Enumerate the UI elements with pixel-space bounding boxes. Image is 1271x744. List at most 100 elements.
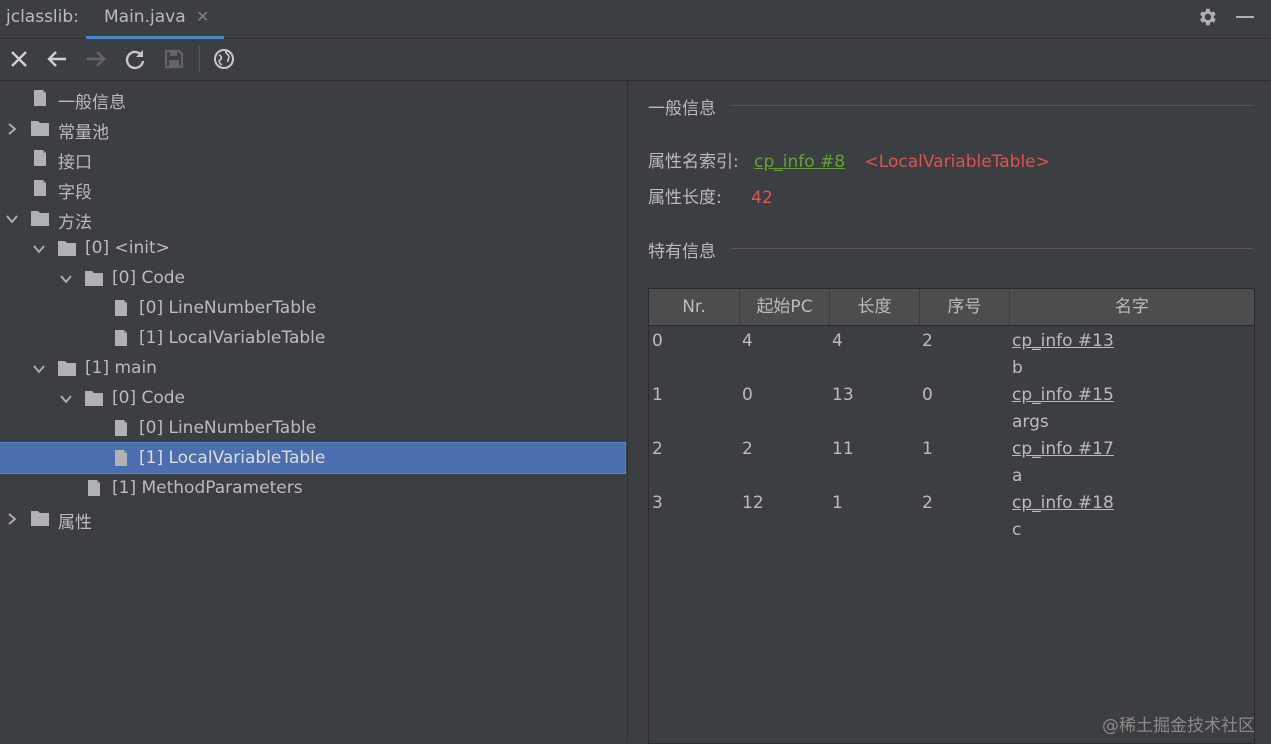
file-icon	[30, 179, 50, 197]
file-icon	[30, 89, 50, 107]
table-row[interactable]: 0 4 4 2 cp_info #13 b	[649, 331, 1254, 385]
tree-item-label: [1] MethodParameters	[112, 478, 303, 498]
column-header-nr[interactable]: Nr.	[649, 289, 740, 325]
tab-close-icon[interactable]: ✕	[196, 7, 209, 26]
tree-leaf-node[interactable]: [0] LineNumberTable	[0, 413, 625, 443]
column-header-name[interactable]: 名字	[1010, 289, 1254, 325]
cell-nr: 1	[652, 385, 663, 405]
detail-pane: 一般信息 属性名索引: cp_info #8 <LocalVariableTab…	[628, 81, 1271, 744]
specific-info-title: 特有信息	[648, 242, 716, 262]
tree-item-label: [1] LocalVariableTable	[139, 448, 326, 468]
back-icon[interactable]	[45, 47, 69, 71]
globe-icon[interactable]	[212, 47, 236, 71]
file-icon	[30, 149, 50, 167]
file-icon	[111, 449, 131, 467]
tab-bar: jclasslib: Main.java ✕	[0, 0, 1271, 39]
chevron-down-icon[interactable]	[32, 241, 46, 255]
tree-item-label: [1] main	[85, 358, 157, 378]
cell-name-link[interactable]: cp_info #13	[1012, 331, 1114, 351]
cell-length: 1	[832, 493, 843, 513]
tree-item-label: [1] LocalVariableTable	[139, 328, 326, 348]
gear-icon[interactable]	[1196, 6, 1218, 28]
tree-folder-node[interactable]: 属性	[0, 503, 625, 533]
tree-folder-node[interactable]: [0] Code	[0, 263, 625, 293]
toolbar-separator	[199, 46, 200, 72]
cell-index: 2	[922, 493, 933, 513]
cell-nr: 3	[652, 493, 663, 513]
structure-tree: 一般信息常量池 接口字段方法 [0] <init> [0] Code [0] LineN…	[0, 81, 627, 742]
tree-leaf-node[interactable]: [1] LocalVariableTable	[0, 323, 625, 353]
minimize-icon[interactable]	[1236, 16, 1254, 18]
attribute-length-label: 属性长度:	[648, 188, 722, 208]
attribute-name-index-label: 属性名索引:	[648, 152, 739, 172]
folder-icon	[30, 509, 50, 527]
cell-name: args	[1012, 412, 1049, 432]
tree-item-label: 字段	[58, 183, 92, 203]
local-variable-table: Nr. 起始PC 长度 序号 名字 0 4 4 2 cp_info #13 b 1 0 13 0 c…	[648, 288, 1255, 744]
tree-leaf-node[interactable]: [1] LocalVariableTable	[0, 442, 626, 474]
folder-icon	[30, 209, 50, 227]
forward-icon[interactable]	[84, 47, 108, 71]
table-row[interactable]: 2 2 11 1 cp_info #17 a	[649, 439, 1254, 493]
cell-name: b	[1012, 358, 1023, 378]
tree-item-label: [0] Code	[112, 388, 186, 408]
tree-folder-node[interactable]: [0] Code	[0, 383, 625, 413]
chevron-right-icon[interactable]	[5, 121, 19, 135]
column-header-start-pc[interactable]: 起始PC	[740, 289, 830, 325]
chevron-down-icon[interactable]	[59, 391, 73, 405]
column-header-length[interactable]: 长度	[830, 289, 920, 325]
cell-name-link[interactable]: cp_info #15	[1012, 385, 1114, 405]
cell-name-link[interactable]: cp_info #18	[1012, 493, 1114, 513]
folder-icon	[30, 119, 50, 137]
tree-leaf-node[interactable]: 字段	[0, 173, 625, 203]
tree-folder-node[interactable]: 方法	[0, 203, 625, 233]
column-header-index[interactable]: 序号	[920, 289, 1010, 325]
save-icon[interactable]	[162, 47, 186, 71]
tree-leaf-node[interactable]: 一般信息	[0, 83, 625, 113]
tree-folder-node[interactable]: [1] main	[0, 353, 625, 383]
tree-leaf-node[interactable]: 接口	[0, 143, 625, 173]
cell-start-pc: 12	[742, 493, 764, 513]
attribute-name-index-link[interactable]: cp_info #8	[754, 152, 845, 172]
chevron-right-icon[interactable]	[5, 511, 19, 525]
cell-length: 4	[832, 331, 843, 351]
toolbar	[0, 39, 1271, 81]
cell-start-pc: 0	[742, 385, 753, 405]
attribute-name-index-row: 属性名索引: cp_info #8 <LocalVariableTable>	[648, 147, 1050, 172]
folder-icon	[57, 239, 77, 257]
attribute-length-row: 属性长度: 42	[648, 183, 773, 208]
tree-item-label: [0] LineNumberTable	[139, 418, 317, 438]
close-icon[interactable]	[7, 47, 31, 71]
cell-length: 11	[832, 439, 854, 459]
cell-length: 13	[832, 385, 854, 405]
watermark: @稀土掘金技术社区	[1102, 716, 1255, 736]
cell-name-link[interactable]: cp_info #17	[1012, 439, 1114, 459]
tree-item-label: 常量池	[58, 123, 109, 143]
table-row[interactable]: 3 12 1 2 cp_info #18 c	[649, 493, 1254, 547]
tree-folder-node[interactable]: 常量池	[0, 113, 625, 143]
general-info-rule	[731, 105, 1253, 106]
file-icon	[84, 479, 104, 497]
tree-leaf-node[interactable]: [0] LineNumberTable	[0, 293, 625, 323]
tab-main-java[interactable]: Main.java ✕	[86, 0, 224, 39]
folder-icon	[84, 269, 104, 287]
refresh-icon[interactable]	[123, 47, 147, 71]
tree-item-label: [0] Code	[112, 268, 186, 288]
chevron-down-icon[interactable]	[5, 211, 19, 225]
cell-name: c	[1012, 520, 1022, 540]
tab-title[interactable]: Main.java	[104, 7, 186, 27]
tree-leaf-node[interactable]: [1] MethodParameters	[0, 473, 625, 503]
cell-index: 1	[922, 439, 933, 459]
table-row[interactable]: 1 0 13 0 cp_info #15 args	[649, 385, 1254, 439]
file-icon	[111, 329, 131, 347]
cell-nr: 0	[652, 331, 663, 351]
tree-item-label: 属性	[58, 513, 92, 533]
tree-folder-node[interactable]: [0] <init>	[0, 233, 625, 263]
chevron-down-icon[interactable]	[59, 271, 73, 285]
chevron-down-icon[interactable]	[32, 361, 46, 375]
general-info-title: 一般信息	[648, 99, 716, 119]
tree-item-label: 方法	[58, 213, 92, 233]
attribute-name-index-value: <LocalVariableTable>	[864, 152, 1050, 172]
cell-start-pc: 4	[742, 331, 753, 351]
cell-index: 2	[922, 331, 933, 351]
